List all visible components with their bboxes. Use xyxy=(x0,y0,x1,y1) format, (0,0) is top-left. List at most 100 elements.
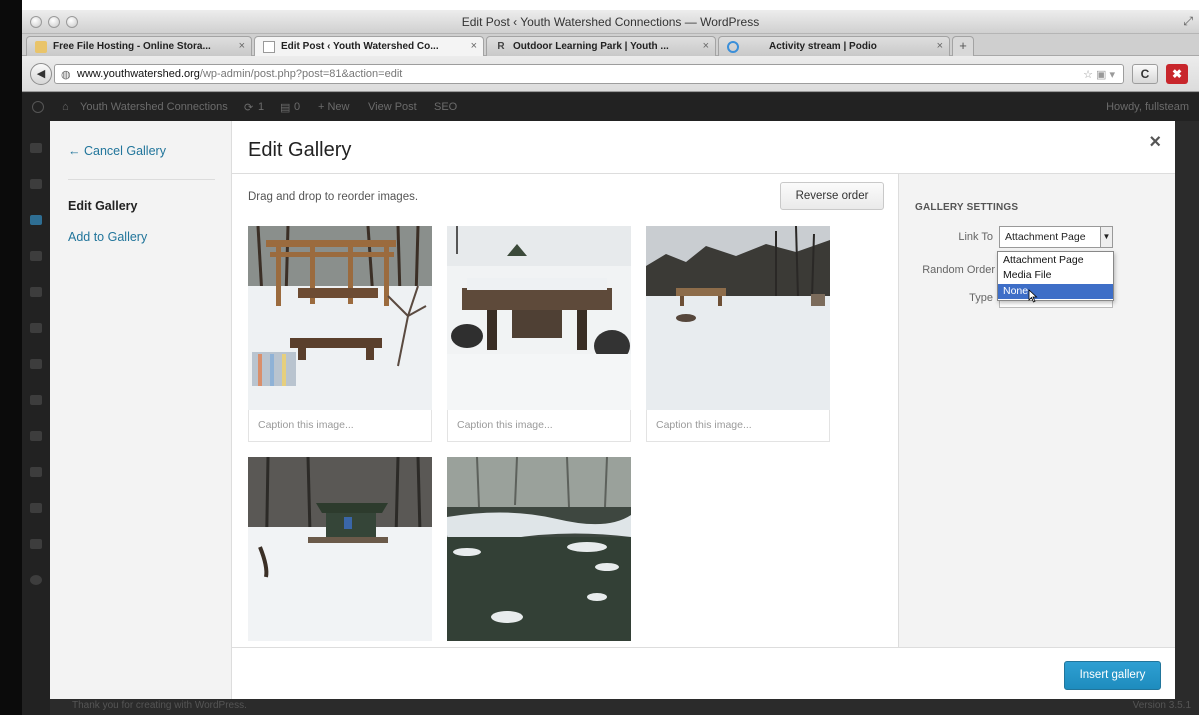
link-to-select[interactable]: Attachment Page ▼ xyxy=(999,226,1113,248)
wp-admin-bar: ⌂ Youth Watershed Connections ⟳ 1 ▤ 0 + … xyxy=(22,93,1199,121)
fullscreen-icon[interactable]: ⤢ xyxy=(1183,14,1193,29)
tab-close-icon[interactable]: × xyxy=(703,40,709,52)
collapse-menu-icon[interactable] xyxy=(30,575,42,585)
podio-icon xyxy=(727,41,739,53)
gallery-settings-panel: GALLERY SETTINGS Link To Attachment Page… xyxy=(898,174,1175,647)
admin-bar-seo[interactable]: SEO xyxy=(434,101,457,113)
monitor-bezel xyxy=(0,0,22,715)
admin-bar-comments-count[interactable]: 0 xyxy=(294,101,300,113)
option-attachment-page[interactable]: Attachment Page xyxy=(998,253,1113,268)
gallery-image-pergola[interactable] xyxy=(248,226,432,410)
media-toolbar: Insert gallery xyxy=(232,647,1175,699)
addon-icon[interactable]: ✖ xyxy=(1166,64,1188,84)
page-icon xyxy=(35,41,47,53)
chevron-down-icon: ▼ xyxy=(1100,227,1112,247)
gallery-image-creek[interactable] xyxy=(447,457,631,641)
gallery-item[interactable]: Caption this image... xyxy=(646,226,830,442)
caption-field[interactable]: Caption this image... xyxy=(646,410,830,442)
screen: Edit Post ‹ Youth Watershed Connections … xyxy=(0,0,1199,715)
admin-bar-new[interactable]: + New xyxy=(318,101,350,113)
menu-separator xyxy=(68,179,215,180)
cancel-gallery-link[interactable]: ← Cancel Gallery xyxy=(68,144,166,158)
comments-icon[interactable] xyxy=(30,323,42,333)
reload-button[interactable]: C xyxy=(1132,64,1158,84)
random-order-label: Random Order xyxy=(922,264,995,276)
media-icon[interactable] xyxy=(30,251,42,261)
tab-label: Activity stream | Podio xyxy=(769,41,877,52)
gallery-image-bridge[interactable] xyxy=(447,226,631,410)
link-to-dropdown: Attachment Page Media File None xyxy=(997,251,1114,301)
admin-bar-updates-count[interactable]: 1 xyxy=(258,101,264,113)
menu-item-add-to-gallery[interactable]: Add to Gallery xyxy=(68,230,147,244)
close-icon[interactable]: × xyxy=(1149,131,1161,154)
browser-window: Edit Post ‹ Youth Watershed Connections … xyxy=(22,10,1199,715)
window-title: Edit Post ‹ Youth Watershed Connections … xyxy=(461,15,760,29)
wp-footer-version: Version 3.5.1 xyxy=(1132,700,1191,711)
tab-bar: Free File Hosting - Online Stora... × Ed… xyxy=(22,34,1199,57)
gallery-item[interactable]: Caption this image... xyxy=(447,226,631,442)
wp-footer-thanks: Thank you for creating with WordPress. xyxy=(72,700,247,711)
navigation-bar: ◀ ◍ www.youthwatershed.org/wp-admin/post… xyxy=(22,56,1199,92)
tab-outdoor-learning-park[interactable]: R Outdoor Learning Park | Youth ... × xyxy=(486,36,716,56)
tab-label: Free File Hosting - Online Stora... xyxy=(53,41,211,52)
option-none[interactable]: None xyxy=(998,284,1113,299)
media-modal: ← Cancel Gallery Edit Gallery Add to Gal… xyxy=(50,121,1175,699)
wordpress-logo-icon[interactable] xyxy=(32,101,44,113)
globe-icon: ◍ xyxy=(61,69,71,81)
reverse-order-button[interactable]: Reverse order xyxy=(780,182,884,210)
caption-field[interactable]: Caption this image... xyxy=(447,410,631,442)
back-arrow-icon: ◀ xyxy=(36,68,46,80)
r-logo-icon: R xyxy=(497,41,505,52)
gallery-item[interactable] xyxy=(248,457,432,641)
menu-item-edit-gallery[interactable]: Edit Gallery xyxy=(68,199,137,213)
dashboard-icon[interactable] xyxy=(30,143,42,153)
type-label: Type xyxy=(969,292,993,304)
bookmark-star-icon[interactable]: ☆ ▣ ▾ xyxy=(1083,68,1115,81)
admin-bar-view-post[interactable]: View Post xyxy=(368,101,417,113)
back-button[interactable]: ◀ xyxy=(30,63,52,85)
comment-icon[interactable]: ▤ xyxy=(280,101,290,114)
link-to-value: Attachment Page xyxy=(1005,231,1086,243)
tab-label: Edit Post ‹ Youth Watershed Co... xyxy=(281,41,439,52)
url-field[interactable]: ◍ www.youthwatershed.org/wp-admin/post.p… xyxy=(54,64,1124,84)
pin-icon[interactable] xyxy=(30,215,42,225)
drag-hint: Drag and drop to reorder images. xyxy=(248,191,419,203)
updates-icon[interactable]: ⟳ xyxy=(244,101,253,114)
admin-bar-howdy[interactable]: Howdy, fullsteam xyxy=(1106,101,1189,113)
url-host: www.youthwatershed.org xyxy=(77,68,200,80)
modal-title: Edit Gallery xyxy=(248,139,352,161)
blank-page-icon xyxy=(263,41,275,53)
tab-close-icon[interactable]: × xyxy=(937,40,943,52)
new-tab-button[interactable]: + xyxy=(952,36,974,56)
tab-label: Outdoor Learning Park | Youth ... xyxy=(513,41,669,52)
tools-icon[interactable] xyxy=(30,467,42,477)
admin-bar-site-name[interactable]: Youth Watershed Connections xyxy=(80,101,228,113)
gallery-item[interactable]: Caption this image... xyxy=(248,226,432,442)
tab-free-file-hosting[interactable]: Free File Hosting - Online Stora... × xyxy=(26,36,252,56)
gallery-settings-title: GALLERY SETTINGS xyxy=(915,202,1019,213)
url-path: /wp-admin/post.php?post=81&action=edit xyxy=(199,68,403,80)
gallery-image-field[interactable] xyxy=(646,226,830,410)
tab-close-icon[interactable]: × xyxy=(239,40,245,52)
plugins-icon[interactable] xyxy=(30,395,42,405)
cursor-icon xyxy=(1028,289,1038,303)
settings-icon[interactable] xyxy=(30,503,42,513)
pages-icon[interactable] xyxy=(30,287,42,297)
gallery-image-shelter[interactable] xyxy=(248,457,432,641)
appearance-icon[interactable] xyxy=(30,359,42,369)
insert-gallery-button[interactable]: Insert gallery xyxy=(1064,661,1161,690)
tab-edit-post[interactable]: Edit Post ‹ Youth Watershed Co... × xyxy=(254,36,484,57)
users-icon[interactable] xyxy=(30,431,42,441)
title-bar: Edit Post ‹ Youth Watershed Connections … xyxy=(22,10,1199,34)
option-media-file[interactable]: Media File xyxy=(998,268,1113,283)
tab-activity-stream-podio[interactable]: Activity stream | Podio × xyxy=(718,36,950,56)
wp-admin-sidebar xyxy=(22,121,50,715)
home-icon[interactable]: ⌂ xyxy=(62,101,69,113)
gallery-item[interactable] xyxy=(447,457,631,641)
link-to-label: Link To xyxy=(958,231,993,243)
tab-close-icon[interactable]: × xyxy=(471,40,477,52)
media-menu: ← Cancel Gallery Edit Gallery Add to Gal… xyxy=(50,121,232,699)
caption-field[interactable]: Caption this image... xyxy=(248,410,432,442)
seo-icon[interactable] xyxy=(30,539,42,549)
posts-icon[interactable] xyxy=(30,179,42,189)
